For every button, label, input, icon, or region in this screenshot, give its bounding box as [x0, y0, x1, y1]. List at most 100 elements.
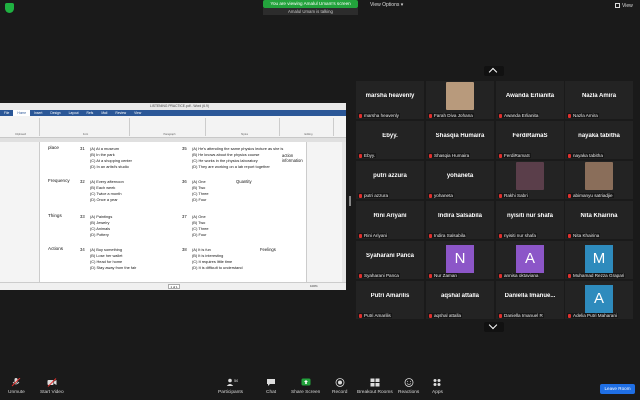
- ribbon-group-editing[interactable]: Editing: [284, 118, 334, 136]
- answer-option: (D) Four: [192, 232, 207, 237]
- muted-mic-icon: [499, 273, 502, 278]
- participants-button[interactable]: 56 Participants: [218, 378, 243, 395]
- ribbon-group-paragraph[interactable]: Paragraph: [134, 118, 206, 136]
- participant-tile[interactable]: Shasqia Humaira Shasqia Humaira: [426, 121, 494, 159]
- chat-bubble-icon: [266, 378, 276, 387]
- participant-name: Nazla Amira: [581, 93, 617, 99]
- participant-name: nayaka tabitha: [578, 133, 620, 139]
- participant-name: Daniella Imanue...: [504, 293, 556, 299]
- ribbon-tab-refs[interactable]: Refs: [83, 111, 98, 115]
- participant-tile[interactable]: yohaneta yohaneta: [426, 161, 494, 199]
- apps-button[interactable]: Apps: [432, 378, 443, 395]
- ribbon-group-styles[interactable]: Styles: [210, 118, 280, 136]
- start-video-button[interactable]: Start Video: [40, 378, 64, 395]
- muted-mic-icon: [568, 193, 571, 198]
- answer-option: (A) Buy something: [90, 247, 123, 252]
- participant-tile[interactable]: Rini Ariyani Rini Ariyani: [356, 201, 424, 239]
- participant-label-text: Daniella Imanuel R: [504, 313, 543, 318]
- participant-tile[interactable]: nayaka tabitha nayaka tabitha: [565, 121, 633, 159]
- participant-tile[interactable]: putri azzura putri azzura: [356, 161, 424, 199]
- answer-option: (A) At a museum: [90, 146, 119, 151]
- record-button[interactable]: Record: [332, 378, 347, 395]
- answer-option: (C) It requires little time: [192, 259, 233, 264]
- answer-option: (A) One: [192, 179, 206, 184]
- reactions-button[interactable]: Reactions: [398, 378, 419, 395]
- chat-label: Chat: [266, 390, 277, 395]
- participant-initial-avatar: M: [585, 245, 613, 273]
- ribbon-tab-review[interactable]: Review: [111, 111, 130, 115]
- unmute-button[interactable]: Unmute: [8, 377, 25, 395]
- participant-label: Syaharani Panca: [358, 273, 400, 278]
- participant-label-text: annisa oktaviana: [504, 273, 539, 278]
- answer-option: (B) Each week: [90, 185, 116, 190]
- participant-tile[interactable]: Aannisa oktaviana: [496, 241, 564, 279]
- unmute-label: Unmute: [8, 390, 25, 395]
- chat-button[interactable]: Chat: [266, 378, 276, 395]
- participant-tile[interactable]: Daniella Imanue... Daniella Imanuel R: [496, 281, 564, 319]
- security-shield-icon[interactable]: [5, 3, 14, 13]
- participant-tile[interactable]: Awanda Erlianita Awanda Erlianita: [496, 81, 564, 119]
- participant-label: Ebyy.: [358, 153, 377, 158]
- participant-label-text: Nita Khairina: [573, 233, 600, 238]
- participant-tile[interactable]: Ebyy. Ebyy.: [356, 121, 424, 159]
- answer-option: (A) It is fun: [192, 247, 211, 252]
- participant-name: Shasqia Humaira: [435, 133, 485, 139]
- share-screen-button[interactable]: Share Screen: [291, 378, 320, 395]
- participant-tile[interactable]: abimanyu satriadjie: [565, 161, 633, 199]
- participant-tile[interactable]: A Adelia Putri Maharani: [565, 281, 633, 319]
- start-video-label: Start Video: [40, 390, 64, 395]
- muted-mic-icon: [568, 153, 571, 158]
- participant-label: Muhamad Rezza Grapari: [567, 273, 626, 278]
- participant-tile[interactable]: Syaharani Panca Syaharani Panca: [356, 241, 424, 279]
- ribbon-group-clipboard[interactable]: Clipboard: [2, 118, 40, 136]
- muted-mic-icon: [359, 153, 362, 158]
- participant-tile[interactable]: Putri Amarilis Putri Amarilis: [356, 281, 424, 319]
- shared-screen[interactable]: LISTENING PRACTICE.pdf - Word (6.9) File…: [0, 103, 346, 290]
- ribbon-group-label: Styles: [240, 133, 249, 136]
- view-button[interactable]: View: [615, 3, 633, 9]
- muted-mic-icon: [499, 153, 502, 158]
- leave-room-button[interactable]: Leave Room: [600, 384, 635, 394]
- view-options-button[interactable]: View Options ▾: [370, 2, 403, 8]
- page-indicator[interactable]: 1 of 1: [168, 284, 180, 289]
- participant-tile[interactable]: Rakhi Sabri: [496, 161, 564, 199]
- muted-mic-icon: [359, 313, 362, 318]
- ribbon-tab-mail[interactable]: Mail: [97, 111, 111, 115]
- panel-splitter-handle[interactable]: [349, 196, 351, 206]
- doc-scrollbar[interactable]: [342, 142, 346, 282]
- participant-tile[interactable]: FerdiRamaS FerdiRamaS: [496, 121, 564, 159]
- answer-option: (B) It is interesting: [192, 253, 224, 258]
- participant-label-text: Nur Zaman: [434, 273, 457, 278]
- question-category: place: [48, 145, 59, 150]
- participants-count: 56: [234, 378, 238, 383]
- ribbon-tab-design[interactable]: Design: [46, 111, 64, 115]
- answer-option: (C) Three: [192, 226, 209, 231]
- participant-tile[interactable]: Nita Khairina Nita Khairina: [565, 201, 633, 239]
- breakout-rooms-button[interactable]: Breakout Rooms: [357, 378, 393, 395]
- muted-mic-icon: [429, 153, 432, 158]
- participant-tile[interactable]: nyisiti nur shafa nyisiti nur shafa: [496, 201, 564, 239]
- participant-label-text: Syaharani Panca: [364, 273, 399, 278]
- muted-mic-icon: [359, 193, 362, 198]
- muted-mic-icon: [359, 113, 362, 118]
- muted-mic-icon: [568, 313, 571, 318]
- ribbon-tab-insert[interactable]: Insert: [30, 111, 46, 115]
- gallery-down-button[interactable]: [484, 320, 504, 332]
- participant-label-text: abimanyu satriadjie: [573, 193, 613, 198]
- participant-tile[interactable]: Indira Salsabila Indira Salsabila: [426, 201, 494, 239]
- ribbon-group-font[interactable]: Font: [42, 118, 130, 136]
- participant-tile[interactable]: N Nur Zaman: [426, 241, 494, 279]
- ribbon-tab-file[interactable]: File: [0, 111, 13, 115]
- participant-tile[interactable]: Farah Diva Johana: [426, 81, 494, 119]
- participant-tile[interactable]: marsha heavenly marsha heavenly: [356, 81, 424, 119]
- question-category: Actions: [48, 246, 64, 251]
- participant-label-text: yohaneta: [434, 193, 453, 198]
- ribbon-tab-layout[interactable]: Layout: [65, 111, 83, 115]
- participant-tile[interactable]: Nazla Amira Nazla Amira: [565, 81, 633, 119]
- sharing-banner[interactable]: You are viewing Amalul Umam's screen: [263, 0, 358, 8]
- zoom-level[interactable]: 100%: [310, 284, 318, 288]
- gallery-up-button[interactable]: [484, 66, 504, 77]
- ribbon-tab-view[interactable]: View: [130, 111, 145, 115]
- participant-tile[interactable]: aqshal attalla aqshal attalla: [426, 281, 494, 319]
- participant-tile[interactable]: M Muhamad Rezza Grapari: [565, 241, 633, 279]
